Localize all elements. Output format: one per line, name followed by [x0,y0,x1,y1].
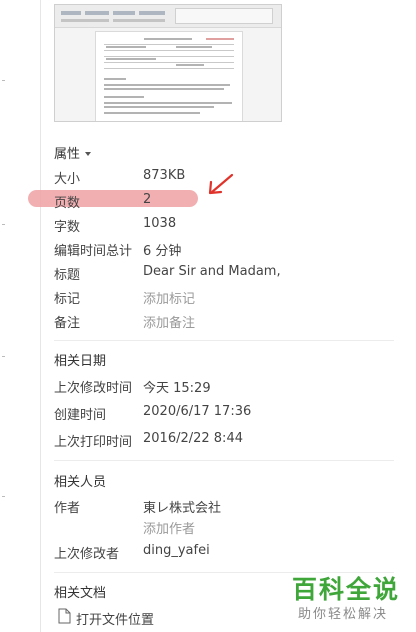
property-label-size: 大小 [54,172,81,187]
property-value-words: 1038 [143,216,177,231]
properties-title-text: 属性 [54,147,81,162]
property-value-title[interactable]: Dear Sir and Madam, [143,264,281,279]
add-author-link[interactable]: 添加作者 [143,518,195,537]
add-comment-field[interactable]: 添加备注 [143,312,195,331]
property-label-words: 字数 [54,220,81,235]
section-divider [54,340,394,341]
property-value-pages: 2 [143,192,152,207]
date-value-last-printed: 2016/2/22 8:44 [143,431,243,446]
people-label-author: 作者 [54,501,81,516]
properties-section-title[interactable]: 属性 [54,143,92,162]
document-thumbnail[interactable] [54,4,282,122]
annotation-arrow-icon [208,173,234,195]
property-label-tags: 标记 [54,292,81,307]
documents-section-title: 相关文档 [54,586,107,601]
date-label-last-modified: 上次修改时间 [54,381,133,396]
open-file-location-link[interactable]: 打开文件位置 [76,609,154,628]
date-label-created: 创建时间 [54,408,107,423]
date-label-last-printed: 上次打印时间 [54,435,133,450]
add-tag-field[interactable]: 添加标记 [143,288,195,307]
people-value-author[interactable]: 東レ株式会社 [143,497,221,516]
date-value-last-modified: 今天 15:29 [143,381,211,396]
edge-tick [2,356,5,357]
people-label-last-modified-by: 上次修改者 [54,547,120,562]
thumbnail-page [95,31,243,121]
watermark: 百科全说 助你轻松解决 [292,570,410,626]
people-section-title: 相关人员 [54,475,107,490]
date-value-created: 2020/6/17 17:36 [143,404,252,419]
property-label-title: 标题 [54,268,81,283]
thumbnail-styles-gallery [175,8,273,24]
file-icon [58,608,71,624]
section-divider [54,460,394,461]
property-value-size: 873KB [143,168,186,183]
thumbnail-ribbon [55,5,281,28]
property-label-edit-time: 编辑时间总计 [54,244,133,259]
chevron-down-icon[interactable] [85,151,92,156]
watermark-slogan: 助你轻松解决 [298,607,389,622]
watermark-brand: 百科全说 [292,575,401,604]
edge-tick [2,80,5,81]
property-label-comments: 备注 [54,316,81,331]
dates-section-title: 相关日期 [54,354,107,369]
property-label-pages: 页数 [54,196,81,211]
edge-tick [2,496,5,497]
property-value-edit-time: 6 分钟 [143,244,182,259]
edge-tick [2,224,5,225]
people-value-last-modified-by[interactable]: ding_yafei [143,543,210,558]
left-panel-edge [0,0,41,632]
